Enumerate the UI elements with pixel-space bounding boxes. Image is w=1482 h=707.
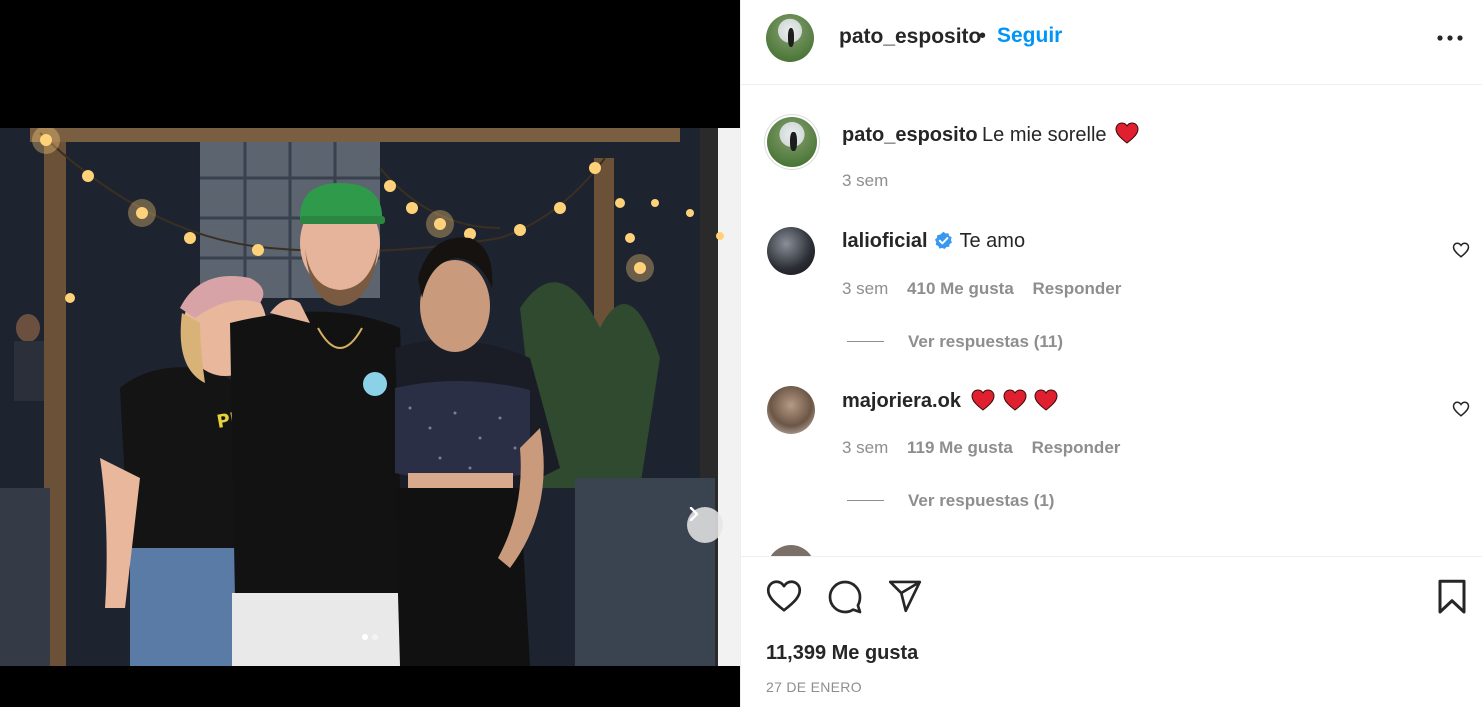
avatar[interactable] [767,386,815,434]
post-date: 27 DE ENERO [766,679,862,695]
post-author-username[interactable]: pato_esposito [839,25,981,49]
heart-emoji-icon [1115,122,1139,144]
post-details-pane: pato_esposito • Seguir pato_esposito Le … [740,0,1482,707]
reply-button[interactable]: Responder [1032,438,1121,457]
caption-username[interactable]: pato_esposito [842,124,978,146]
caption-timestamp: 3 sem [842,171,889,190]
carousel-dot [372,634,378,640]
comment-timestamp: 3 sem [842,438,889,457]
chevron-right-icon [689,507,699,521]
comment-text: Te amo [959,230,1026,252]
comments-list: pato_esposito Le mie sorelle 3 sem lalio… [741,86,1482,556]
instagram-post-view: PIL [0,0,1482,707]
heart-icon[interactable] [766,579,802,613]
heart-emoji-icon [971,389,995,411]
replies-divider [847,500,884,501]
more-options-icon[interactable] [1434,26,1466,50]
media-pane: PIL [0,0,740,707]
comment-like-heart-icon[interactable] [1452,241,1470,259]
post-photo[interactable]: PIL [0,128,740,666]
comment-username[interactable]: majoriera.ok [842,390,961,412]
post-like-count[interactable]: 11,399 Me gusta [766,642,918,665]
replies-divider [847,341,884,342]
comment-username[interactable]: lalioficial [842,230,928,252]
separator-bullet: • [979,25,987,47]
comment-like-heart-icon[interactable] [1452,400,1470,418]
follow-button[interactable]: Seguir [997,24,1062,48]
carousel-indicator [0,634,740,640]
avatar[interactable] [767,227,815,275]
comment-timestamp: 3 sem [842,279,889,298]
caption-text: Le mie sorelle [982,124,1107,146]
verified-badge-icon [934,231,953,250]
carousel-dot-active [362,634,368,640]
post-header: pato_esposito • Seguir [741,0,1482,85]
avatar[interactable] [766,14,814,62]
paper-plane-icon[interactable] [887,579,923,613]
heart-emoji-icon [1003,389,1027,411]
bookmark-icon[interactable] [1436,579,1468,615]
view-replies-button[interactable]: Ver respuestas (1) [908,491,1054,511]
comment-like-count[interactable]: 119 Me gusta [907,438,1013,457]
carousel-next-button[interactable] [687,507,723,543]
heart-emoji-icon [1034,389,1058,411]
caption-avatar[interactable] [767,117,817,167]
comment-icon[interactable] [827,579,863,615]
comment-like-count[interactable]: 410 Me gusta [907,279,1014,298]
view-replies-button[interactable]: Ver respuestas (11) [908,332,1063,352]
photo-illustration: PIL [0,128,740,666]
reply-button[interactable]: Responder [1033,279,1122,298]
avatar[interactable] [767,545,815,556]
